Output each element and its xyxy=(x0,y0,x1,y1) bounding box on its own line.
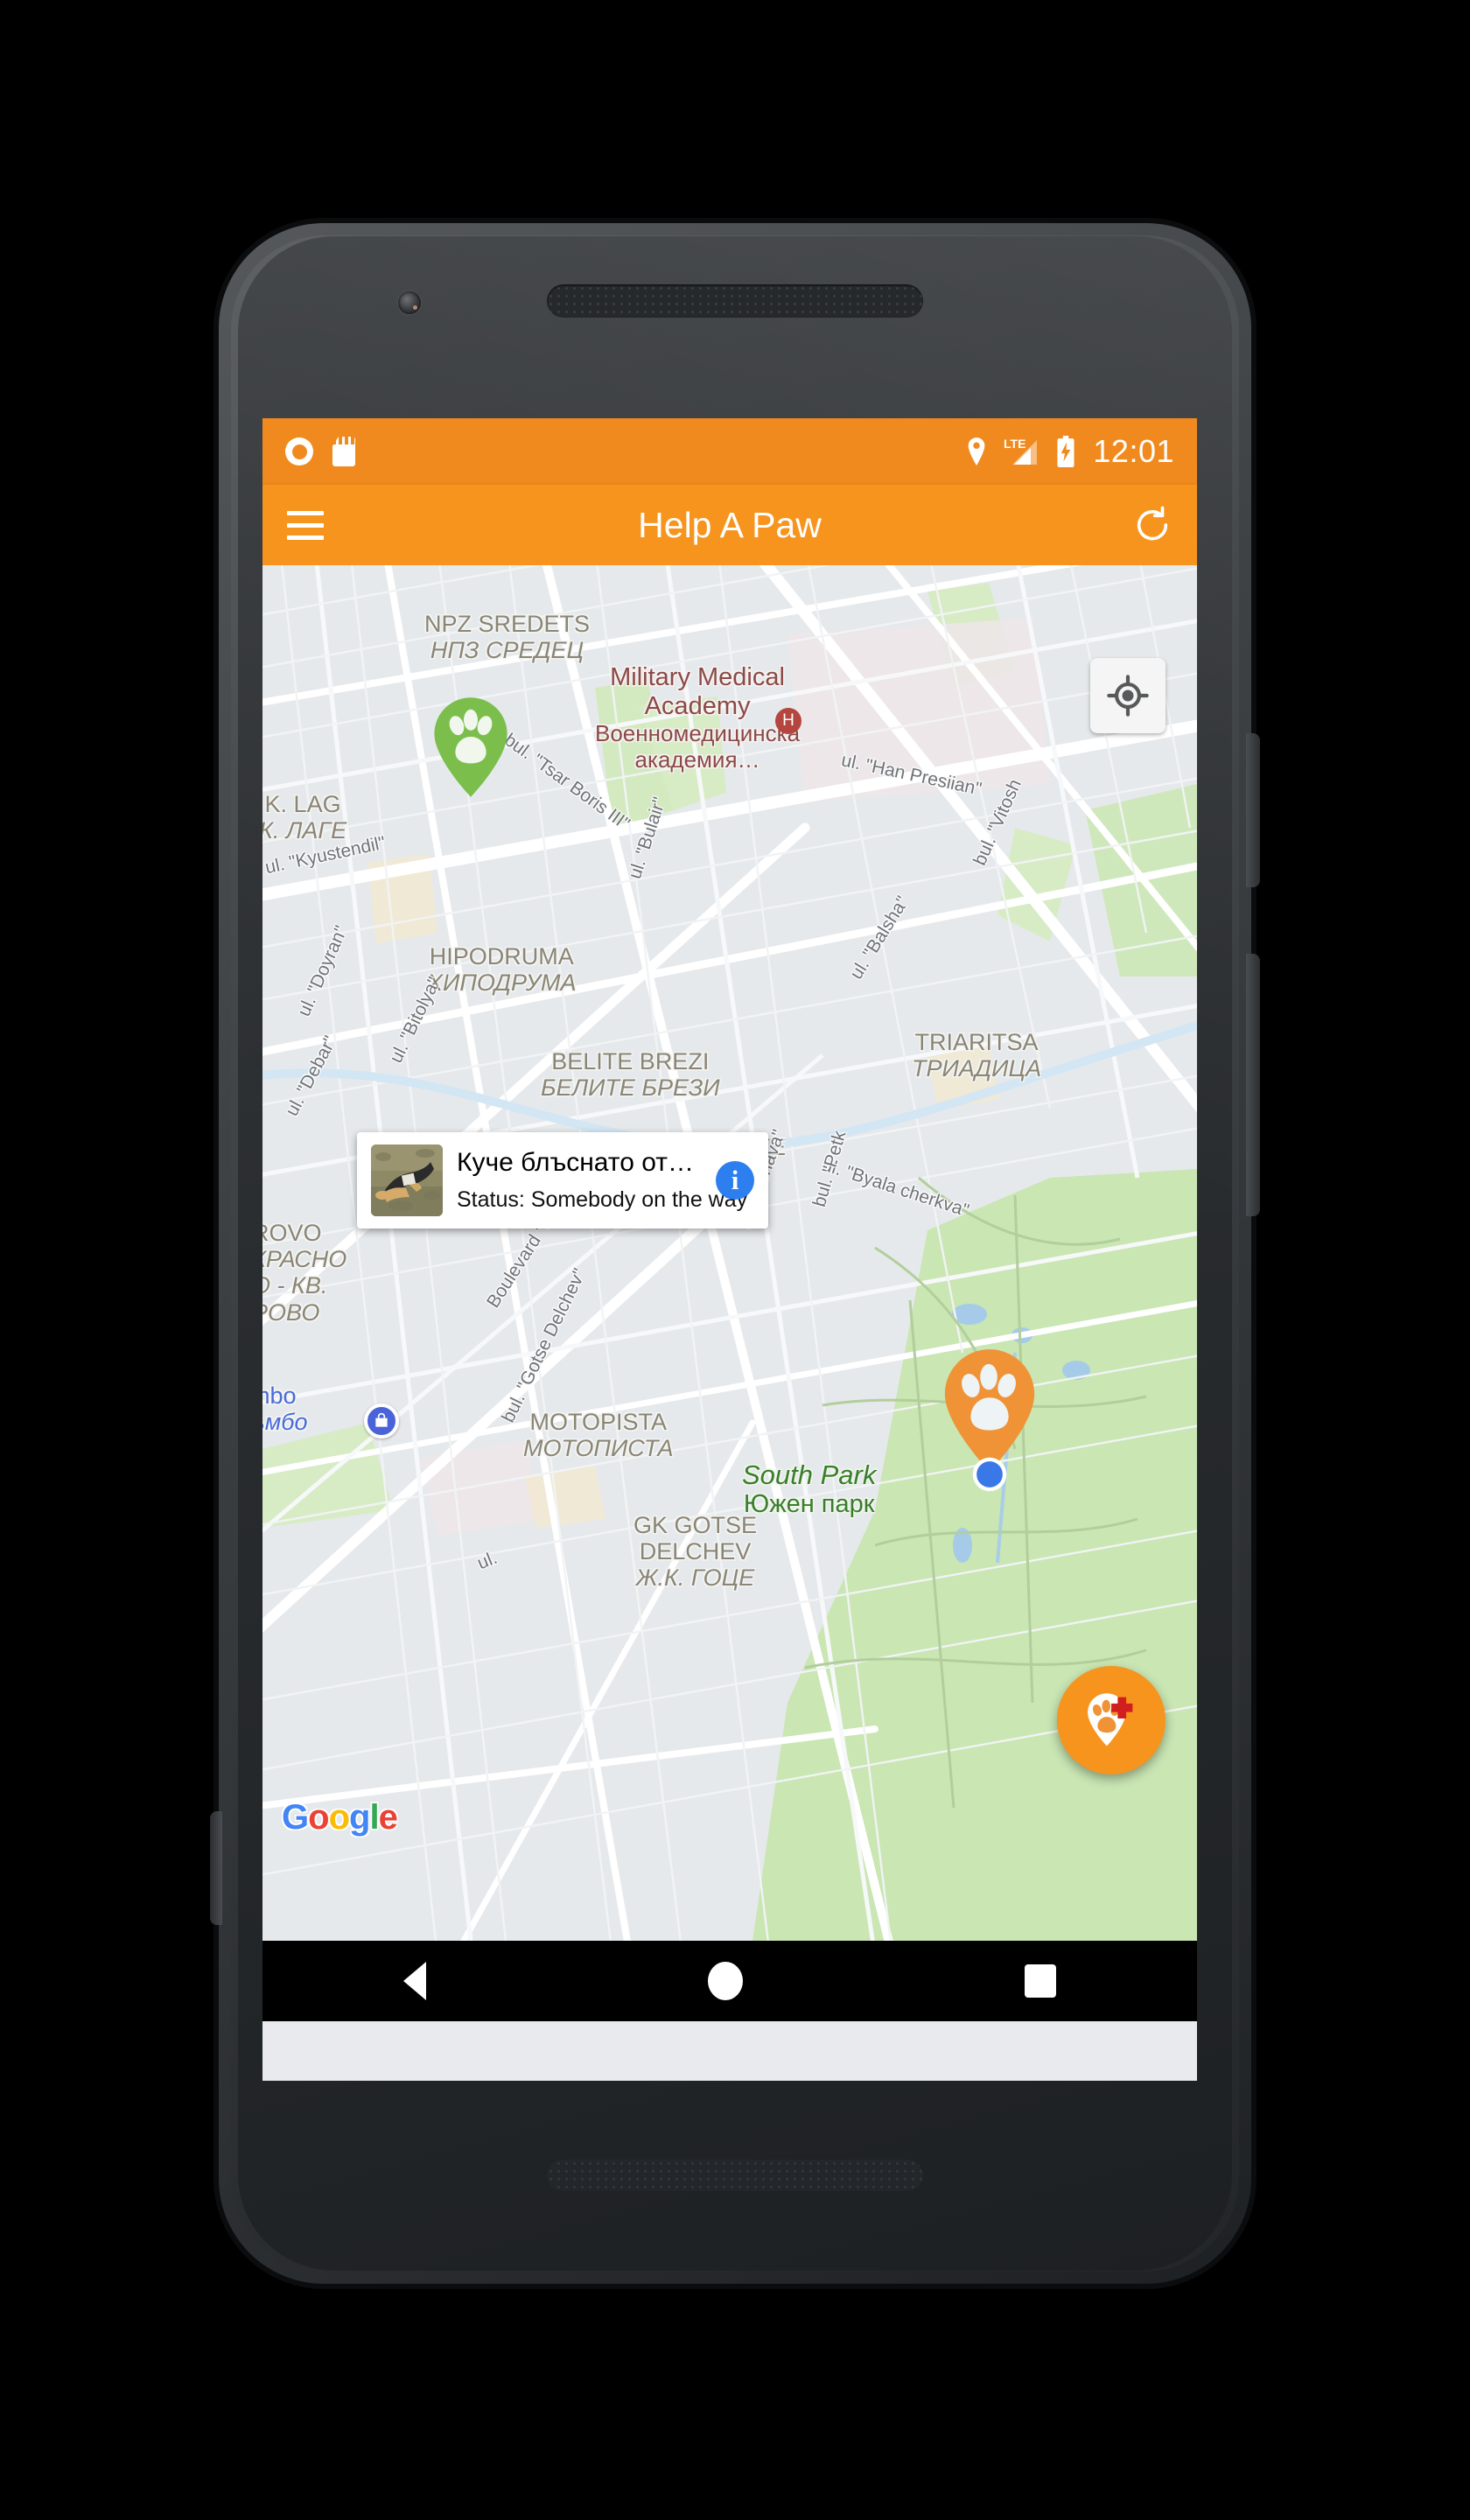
volume-button[interactable] xyxy=(1246,954,1260,1216)
my-location-icon xyxy=(1107,675,1149,717)
phone-screen: LTE 12:01 Help A Paw NPZ SREDETS НПЗ СРЕ… xyxy=(262,418,1197,2081)
hospital-badge-icon: H xyxy=(775,708,802,734)
add-report-fab[interactable] xyxy=(1057,1666,1166,1774)
app-bar: Help A Paw xyxy=(262,485,1197,565)
status-bar-clock: 12:01 xyxy=(1093,433,1174,469)
info-window-title: Куче блъснато от… xyxy=(457,1148,694,1177)
recents-square-icon[interactable] xyxy=(1025,1964,1056,1998)
record-circle-icon xyxy=(285,438,313,466)
info-window-text: Куче блъснато от… Status: Somebody on th… xyxy=(457,1148,748,1213)
sd-card-icon xyxy=(332,437,355,466)
svg-text:LTE: LTE xyxy=(1004,437,1026,451)
status-bar-left-icons xyxy=(285,437,355,466)
marker-info-window[interactable]: Куче блъснато от… Status: Somebody on th… xyxy=(357,1132,768,1228)
google-map-canvas[interactable]: NPZ SREDETS НПЗ СРЕДЕЦ K. LAG К. ЛАГЕ HIPO… xyxy=(262,565,1197,1941)
lte-signal-icon: LTE xyxy=(1004,437,1038,465)
hamburger-menu-icon[interactable] xyxy=(287,510,324,540)
status-bar: LTE 12:01 xyxy=(262,418,1197,485)
map-poi-label-military-medical-academy: Military Medical Academy Военномедицинска… xyxy=(595,663,801,773)
report-thumbnail-image xyxy=(371,1144,443,1216)
bottom-speaker-grille xyxy=(547,2160,923,2191)
refresh-icon[interactable] xyxy=(1132,505,1172,545)
google-attribution-logo: Google xyxy=(282,1798,398,1837)
home-circle-icon[interactable] xyxy=(708,1962,743,2000)
shop-poi-badge-icon[interactable] xyxy=(364,1404,399,1438)
status-bar-right-icons: LTE 12:01 xyxy=(965,433,1174,470)
front-camera-icon xyxy=(398,291,421,314)
back-triangle-icon[interactable] xyxy=(403,1962,426,2000)
battery-charging-icon xyxy=(1057,436,1074,467)
power-button[interactable] xyxy=(1246,733,1260,887)
screenshot-stage: LTE 12:01 Help A Paw NPZ SREDETS НПЗ СРЕ… xyxy=(0,0,1470,2520)
android-navigation-bar xyxy=(262,1941,1197,2021)
left-side-button[interactable] xyxy=(210,1811,222,1925)
paw-plus-icon xyxy=(1088,1693,1133,1746)
info-window-status: Status: Somebody on the way xyxy=(457,1187,748,1212)
my-location-button[interactable] xyxy=(1090,658,1166,733)
page-title: Help A Paw xyxy=(638,504,822,545)
user-location-dot xyxy=(971,1456,1008,1497)
paw-marker-green[interactable] xyxy=(429,695,513,804)
info-circle-icon[interactable]: i xyxy=(716,1161,754,1200)
location-pin-icon xyxy=(969,438,985,466)
earpiece-speaker-grille xyxy=(547,284,923,318)
map-poi-label-south-park: South Park Южен парк xyxy=(742,1460,877,1519)
